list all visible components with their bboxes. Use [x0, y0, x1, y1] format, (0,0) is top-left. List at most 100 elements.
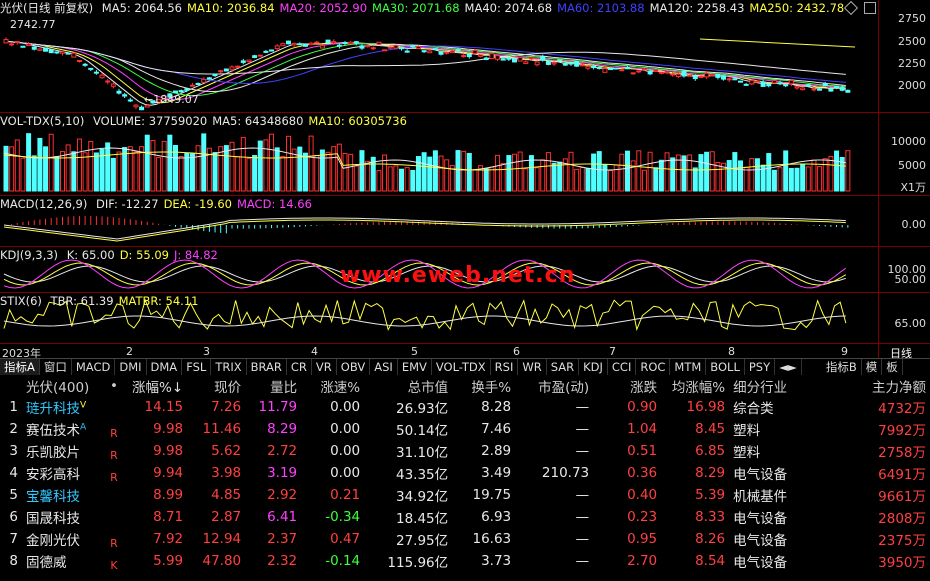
indicator-tab[interactable]: MTM [670, 359, 707, 375]
candle [291, 42, 297, 46]
table-row[interactable]: 2 赛伍技术A R 9.98 11.46 8.29 0.00 50.14亿 7.46 — 1.04 8… [0, 418, 930, 440]
indicator-tab[interactable]: BRAR [247, 359, 287, 375]
table-row[interactable]: 4 安彩高科 R 9.94 3.98 3.19 0.00 43.35亿 3.49 210.73 0.… [0, 462, 930, 484]
volume-bar [37, 137, 43, 192]
market-cap: 27.95亿 [395, 533, 449, 549]
indicator-tab[interactable]: VOL-TDX [432, 359, 491, 375]
col-header-net[interactable]: 主力净额 [812, 376, 930, 396]
indicator-tab[interactable]: PSY [745, 359, 776, 375]
ma-legend-item: MA30: 2071.68 [372, 1, 460, 15]
indicator-tab[interactable]: FSL [182, 359, 212, 375]
candle [811, 88, 817, 91]
indicator-tab[interactable]: DMI [115, 359, 147, 375]
volume-bar [348, 153, 354, 192]
indicator-tab[interactable]: VR [312, 359, 337, 375]
change-pct: 8.99 [153, 487, 184, 503]
col-header-avg[interactable]: 均涨幅% [661, 376, 729, 396]
candle [229, 66, 235, 71]
speed: 0.47 [330, 531, 361, 547]
col-header-name[interactable]: 光伏(400) [22, 376, 100, 396]
indicator-tab[interactable]: 窗口 [40, 359, 72, 375]
indicator-tab[interactable]: EMV [398, 359, 432, 375]
volume-bar [365, 160, 371, 192]
candle [658, 71, 664, 74]
col-header-speed[interactable]: 涨速% [301, 376, 364, 396]
kdj-panel[interactable]: KDJ(9,3,3) K: 65.00 D: 55.09 J: 84.82 www.… [0, 247, 930, 292]
volume-bar [9, 146, 15, 192]
candle [76, 59, 82, 62]
kline-panel[interactable]: 光伏(日线 前复权) MA5: 2064.56 MA10: 2036.84 MA20… [0, 0, 930, 112]
indicator-tab[interactable]: RSI [491, 359, 519, 375]
volume-bar [692, 167, 698, 192]
table-row[interactable]: 7 金刚光伏 R 7.92 12.94 2.37 0.47 27.95亿 16.63 — 0.95 8… [0, 528, 930, 550]
chart-title: 光伏(日线 前复权) [0, 1, 94, 15]
speed: -0.14 [325, 553, 361, 569]
macd-panel[interactable]: MACD(12,26,9) DIF: -12.27 DEA: -19.60 MACD… [0, 196, 930, 246]
candle [738, 80, 743, 83]
indicator-tab[interactable]: 指标B [822, 359, 862, 375]
stix-panel[interactable]: STIX(6) TBR: 61.39 MATBR: 54.11 65.00 [0, 293, 930, 343]
col-header-pe[interactable]: 市盈(动) [515, 376, 593, 396]
col-header-diff[interactable]: 涨跌 [593, 376, 661, 396]
candlestick-chart[interactable] [0, 0, 878, 112]
stock-name: 安彩高科 [26, 467, 80, 483]
table-row[interactable]: 5 宝馨科技 8.99 4.85 2.92 0.21 34.92亿 19.75 — 0.40 5.3… [0, 484, 930, 506]
price-diff: 1.04 [627, 421, 658, 437]
candle [726, 78, 732, 81]
volume-bar [771, 169, 777, 192]
candle [704, 72, 710, 78]
axis-tick: 2000 [898, 79, 926, 92]
candle [692, 75, 698, 80]
table-row[interactable]: 1 琏升科技V 14.15 7.26 11.79 0.00 26.93亿 8.28 — 0.90 1… [0, 396, 930, 418]
volume-bar [783, 150, 789, 192]
volume-panel[interactable]: VOL-TDX(5,10) VOLUME: 37759020 MA5: 64348… [0, 113, 930, 195]
candle [274, 45, 280, 50]
col-header-volratio[interactable]: 量比 [245, 376, 301, 396]
market-cap: 43.35亿 [395, 467, 449, 483]
table-row[interactable]: 6 国晟科技 8.71 2.87 6.41 -0.34 18.45亿 6.93 — 0.23 8.3… [0, 506, 930, 528]
indicator-tab[interactable]: MACD [72, 359, 116, 375]
candle [608, 68, 614, 71]
indicator-tab[interactable]: CCI [608, 359, 637, 375]
candle [562, 62, 568, 66]
col-header-mcap[interactable]: 总市值 [364, 376, 452, 396]
indicator-tab[interactable]: 指标A [0, 359, 40, 375]
volume-bar [291, 148, 297, 192]
low-price-label: ←1849.07 [144, 93, 199, 106]
indicator-tab[interactable]: OBV [337, 359, 371, 375]
candle [630, 72, 636, 75]
candle [319, 45, 325, 49]
indicator-tab[interactable]: SAR [547, 359, 580, 375]
candle [641, 68, 647, 71]
volume-bar [653, 167, 659, 192]
volume-bar [495, 154, 501, 192]
table-row[interactable]: 8 固德威 K 5.99 47.80 2.32 -0.14 115.96亿 3.73 — 2.70 8… [0, 550, 930, 572]
indicator-tab[interactable]: 板 [882, 359, 903, 375]
volume-bar [483, 168, 489, 192]
col-header-industry[interactable]: 细分行业 [729, 376, 812, 396]
col-header-turnover[interactable]: 换手% [452, 376, 515, 396]
indicator-tab[interactable]: WR [518, 359, 547, 375]
indicator-tab[interactable]: KDJ [579, 359, 608, 375]
month-label: 6 [513, 345, 520, 358]
indicator-tab[interactable]: CR [287, 359, 312, 375]
volume-bar [681, 155, 687, 192]
col-header-price[interactable]: 现价 [187, 376, 245, 396]
indicator-tab[interactable]: TRIX [211, 359, 247, 375]
turnover: 6.93 [481, 509, 512, 525]
indicator-tab[interactable]: 模 [862, 359, 883, 375]
ma-legend: MA5: 2064.56 MA10: 2036.84 MA20: 2052.90 MA… [102, 1, 849, 15]
indicator-tab[interactable]: DMA [147, 359, 183, 375]
indicator-tab[interactable]: ROC [636, 359, 671, 375]
stix-title: STIX(6) [0, 294, 42, 308]
col-header-change[interactable]: 涨幅%↓ [128, 376, 187, 396]
table-row[interactable]: 3 乐凯胶片 R 9.98 5.62 2.72 0.00 31.10亿 2.89 — 0.51 6.8… [0, 440, 930, 462]
candle [212, 73, 218, 77]
volume-bar [359, 150, 365, 192]
indicator-tab[interactable]: BOLL [706, 359, 745, 375]
candle [195, 82, 201, 85]
indicator-tab[interactable]: ASI [370, 359, 398, 375]
indicator-tab[interactable]: ◄► [775, 359, 802, 375]
kdj-legend-item: J: 84.82 [174, 248, 218, 262]
volume-bar [286, 135, 291, 192]
